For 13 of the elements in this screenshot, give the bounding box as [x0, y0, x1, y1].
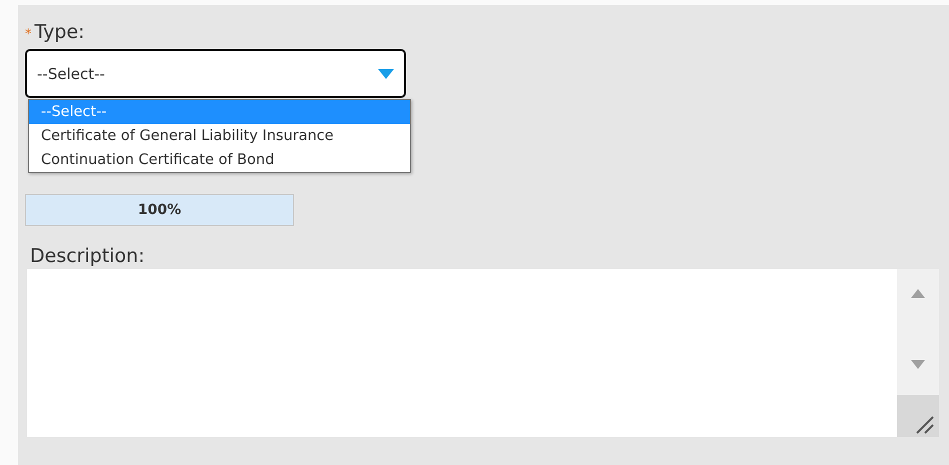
type-select[interactable]: --Select--: [25, 49, 406, 98]
field-label: Description:: [30, 245, 146, 269]
field-label: Type:: [34, 21, 85, 43]
scroll-up-icon[interactable]: [911, 289, 925, 298]
dropdown-option[interactable]: Certificate of General Liability Insurance: [29, 124, 410, 148]
resize-grip-icon[interactable]: [915, 415, 935, 435]
caret-icon: [378, 68, 394, 78]
scrollbar[interactable]: [897, 269, 939, 437]
scroll-down-icon[interactable]: [911, 360, 925, 369]
required-mark: *: [25, 27, 32, 42]
progress-reading: 100%: [136, 201, 182, 220]
dropdown-option[interactable]: Continuation Certificate of Bond: [29, 148, 410, 172]
description-field[interactable]: [27, 269, 939, 437]
